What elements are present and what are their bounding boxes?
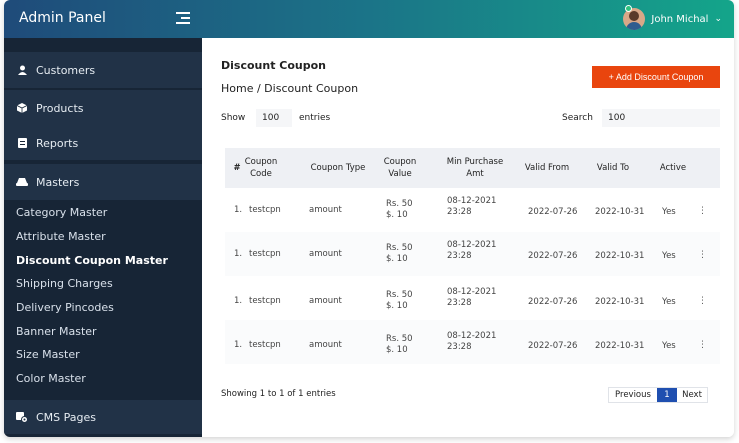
sidebar-item-label: Reports	[36, 136, 79, 150]
col-header-coupon-type: Coupon Type	[310, 163, 366, 173]
next-page-button[interactable]: Next	[677, 388, 707, 402]
cell-type: amount	[309, 296, 342, 306]
entries-per-page-input[interactable]	[256, 109, 292, 127]
table-row: 1. testcpn amount Rs. 50 $. 10 08-12-202…	[225, 320, 720, 364]
sidebar-sub-size-master[interactable]: Size Master	[16, 348, 80, 361]
cell-value: Rs. 50 $. 10	[386, 334, 413, 355]
sidebar-item-label: CMS Pages	[36, 410, 97, 424]
cell-min-purchase: 08-12-2021 23:28	[447, 196, 497, 217]
cell-active: Yes	[662, 207, 676, 217]
sidebar-sub-discount-coupon-master[interactable]: Discount Coupon Master	[16, 254, 168, 267]
add-discount-coupon-button[interactable]: + Add Discount Coupon	[592, 66, 720, 88]
cell-min-purchase: 08-12-2021 23:28	[447, 287, 497, 308]
sidebar-sub-delivery-pincodes[interactable]: Delivery Pincodes	[16, 301, 114, 314]
row-actions-icon[interactable]: ⋮	[698, 340, 707, 350]
online-status-icon	[625, 5, 632, 12]
masters-icon	[16, 176, 28, 188]
pagination: Previous 1 Next	[608, 387, 708, 403]
cell-valid-from: 2022-07-26	[528, 341, 578, 351]
cell-active: Yes	[662, 297, 676, 307]
col-header-valid-from: Valid From	[524, 163, 570, 173]
sidebar-item-label: Masters	[36, 175, 80, 189]
cell-valid-from: 2022-07-26	[528, 251, 578, 261]
cell-valid-from: 2022-07-26	[528, 297, 578, 307]
row-actions-icon[interactable]: ⋮	[698, 296, 707, 306]
col-header-num: #	[233, 163, 241, 173]
brand-title: Admin Panel	[19, 10, 106, 26]
app-window: Admin Panel John Michal ⌄ Customers Prod…	[4, 0, 734, 437]
chevron-down-icon: ⌄	[714, 14, 722, 24]
sidebar: Customers Products Reports Masters Categ…	[4, 38, 202, 437]
cell-code: testcpn	[249, 296, 281, 306]
cell-min-purchase: 08-12-2021 23:28	[447, 331, 497, 352]
box-icon	[16, 102, 28, 114]
row-actions-icon[interactable]: ⋮	[698, 250, 707, 260]
table-row: 1. testcpn amount Rs. 50 $. 10 08-12-202…	[225, 188, 720, 232]
page-1-button[interactable]: 1	[657, 388, 677, 402]
cell-code: testcpn	[249, 340, 281, 350]
table-header: # Coupon Code Coupon Type Coupon Value M…	[225, 148, 720, 188]
cell-valid-to: 2022-10-31	[595, 207, 645, 217]
sidebar-item-masters[interactable]: Masters	[4, 164, 202, 200]
col-header-coupon-code: Coupon Code	[244, 157, 278, 179]
cell-min-purchase: 08-12-2021 23:28	[447, 240, 497, 261]
sidebar-sub-color-master[interactable]: Color Master	[16, 372, 86, 385]
col-header-coupon-value: Coupon Value	[383, 157, 417, 179]
menu-toggle-icon[interactable]	[176, 10, 192, 26]
cell-type: amount	[309, 340, 342, 350]
cell-code: testcpn	[249, 205, 281, 215]
cell-value: Rs. 50 $. 10	[386, 290, 413, 311]
top-bar: Admin Panel John Michal ⌄	[4, 0, 734, 38]
row-actions-icon[interactable]: ⋮	[698, 206, 707, 216]
previous-page-button[interactable]: Previous	[609, 388, 657, 402]
cell-type: amount	[309, 249, 342, 259]
sidebar-item-cms-pages[interactable]: CMS Pages	[4, 400, 202, 434]
user-name: John Michal	[651, 13, 709, 25]
sidebar-sub-banner-master[interactable]: Banner Master	[16, 325, 97, 338]
table-row: 1. testcpn amount Rs. 50 $. 10 08-12-202…	[225, 276, 720, 320]
table-row: 1. testcpn amount Rs. 50 $. 10 08-12-202…	[225, 232, 720, 276]
sidebar-item-label: Customers	[36, 63, 96, 77]
search-input[interactable]	[602, 109, 720, 127]
cell-valid-to: 2022-10-31	[595, 341, 645, 351]
sidebar-item-customers[interactable]: Customers	[4, 52, 202, 88]
col-header-active: Active	[659, 163, 687, 173]
cell-num: 1.	[234, 340, 243, 350]
col-header-valid-to: Valid To	[596, 163, 630, 173]
cell-valid-to: 2022-10-31	[595, 297, 645, 307]
sidebar-item-label: Products	[36, 101, 84, 115]
cell-code: testcpn	[249, 249, 281, 259]
page-title: Discount Coupon	[221, 59, 326, 72]
cell-active: Yes	[662, 251, 676, 261]
show-label: Show	[221, 113, 246, 123]
user-menu[interactable]: John Michal ⌄	[623, 6, 722, 32]
entries-label: entries	[299, 113, 331, 123]
cell-type: amount	[309, 205, 342, 215]
cell-valid-to: 2022-10-31	[595, 251, 645, 261]
cell-num: 1.	[234, 249, 243, 259]
sidebar-item-products[interactable]: Products	[4, 90, 202, 126]
sidebar-sub-category-master[interactable]: Category Master	[16, 206, 107, 219]
report-icon	[16, 137, 28, 149]
user-icon	[16, 64, 28, 76]
pagination-summary: Showing 1 to 1 of 1 entries	[221, 389, 336, 399]
sidebar-sub-shipping-charges[interactable]: Shipping Charges	[16, 277, 113, 290]
cell-value: Rs. 50 $. 10	[386, 243, 413, 264]
breadcrumb[interactable]: Home / Discount Coupon	[221, 82, 358, 95]
cell-value: Rs. 50 $. 10	[386, 199, 413, 220]
main-content: Discount Coupon Home / Discount Coupon +…	[202, 38, 734, 437]
search-label: Search	[562, 113, 593, 123]
col-header-min-purchase: Min Purchase Amt	[446, 157, 504, 179]
cell-num: 1.	[234, 296, 243, 306]
sidebar-item-reports[interactable]: Reports	[4, 126, 202, 160]
cell-active: Yes	[662, 341, 676, 351]
cell-num: 1.	[234, 205, 243, 215]
cms-pages-icon	[16, 411, 28, 423]
sidebar-sub-attribute-master[interactable]: Attribute Master	[16, 230, 106, 243]
cell-valid-from: 2022-07-26	[528, 207, 578, 217]
